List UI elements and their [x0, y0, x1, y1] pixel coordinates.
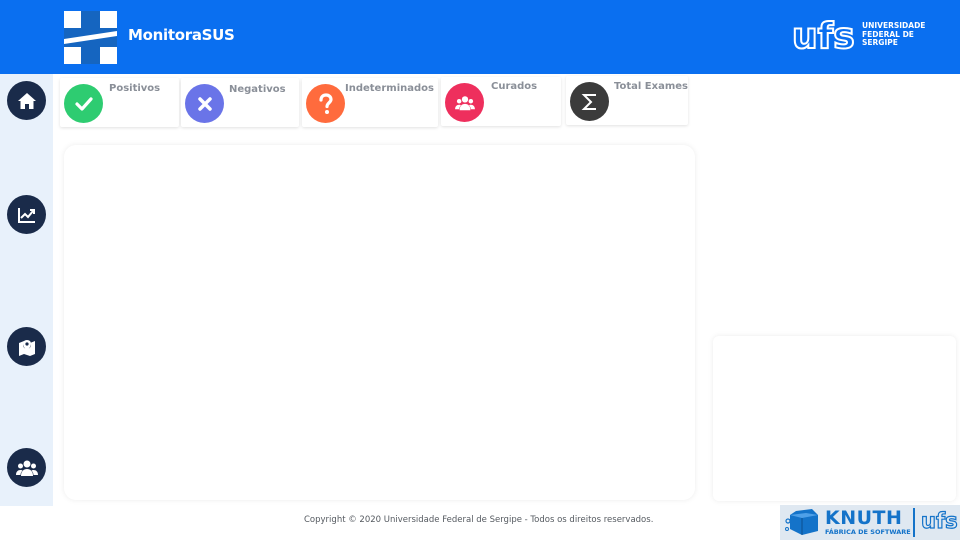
- ufs-emblem-icon: ufs: [791, 15, 856, 58]
- copyright-text: Copyright © 2020 Universidade Federal de…: [304, 515, 654, 525]
- card-indeterminados[interactable]: Indeterminados: [302, 78, 438, 127]
- knuth-cube-icon: [785, 509, 818, 535]
- card-total-exames[interactable]: Total Exames: [566, 76, 688, 125]
- times-icon: [197, 96, 212, 111]
- card-negativos[interactable]: Negativos: [181, 78, 299, 127]
- app-title: MonitoraSUS: [128, 26, 235, 44]
- side-panel: [713, 336, 956, 501]
- card-indeterminados-icon-circle: [306, 84, 345, 123]
- users-icon: [454, 95, 475, 110]
- sidebar: [0, 74, 53, 506]
- sidebar-item-home[interactable]: [7, 81, 46, 120]
- ufs-name-line-3: SERGIPE: [862, 38, 898, 47]
- ufs-footer-logo-icon: ufs: [920, 508, 958, 533]
- sigma-icon: [581, 93, 596, 110]
- knuth-logo-bar[interactable]: KNUTH FÁBRICA DE SOFTWARE ufs: [780, 505, 960, 540]
- knuth-title: KNUTH: [825, 507, 903, 529]
- check-icon: [74, 96, 93, 111]
- card-negativos-label: Negativos: [229, 84, 286, 95]
- card-curados[interactable]: Curados: [441, 77, 561, 126]
- card-positivos[interactable]: Positivos: [60, 78, 179, 127]
- question-icon: [318, 92, 333, 114]
- card-curados-icon-circle: [445, 83, 484, 122]
- home-icon: [17, 92, 36, 109]
- knuth-subtitle: FÁBRICA DE SOFTWARE: [825, 528, 911, 536]
- card-curados-label: Curados: [491, 81, 538, 92]
- app-header: MonitoraSUS ufs UNIVERSIDADE FEDERAL DE …: [0, 0, 960, 74]
- ufs-emblem-text: ufs: [792, 16, 855, 57]
- card-positivos-icon-circle: [64, 84, 103, 123]
- card-indeterminados-label: Indeterminados: [345, 83, 434, 94]
- ufs-name: UNIVERSIDADE FEDERAL DE SERGIPE: [862, 21, 925, 48]
- card-total-exames-icon-circle: [570, 82, 609, 121]
- sidebar-item-users[interactable]: [7, 448, 46, 487]
- chart-line-icon: [17, 207, 35, 223]
- card-positivos-label: Positivos: [109, 83, 161, 94]
- card-negativos-icon-circle: [185, 84, 224, 123]
- monitorasus-logo[interactable]: [64, 11, 117, 64]
- sidebar-item-charts[interactable]: [7, 195, 46, 234]
- sidebar-item-map[interactable]: [7, 327, 46, 366]
- users-icon: [15, 460, 38, 476]
- ufs-footer-logo-text: ufs: [921, 509, 958, 533]
- map-marker-icon: [18, 339, 35, 356]
- card-total-exames-label: Total Exames: [614, 81, 688, 92]
- knuth-divider: [913, 508, 915, 537]
- cross-logo-icon: [64, 11, 117, 64]
- main-chart-panel: [64, 145, 695, 500]
